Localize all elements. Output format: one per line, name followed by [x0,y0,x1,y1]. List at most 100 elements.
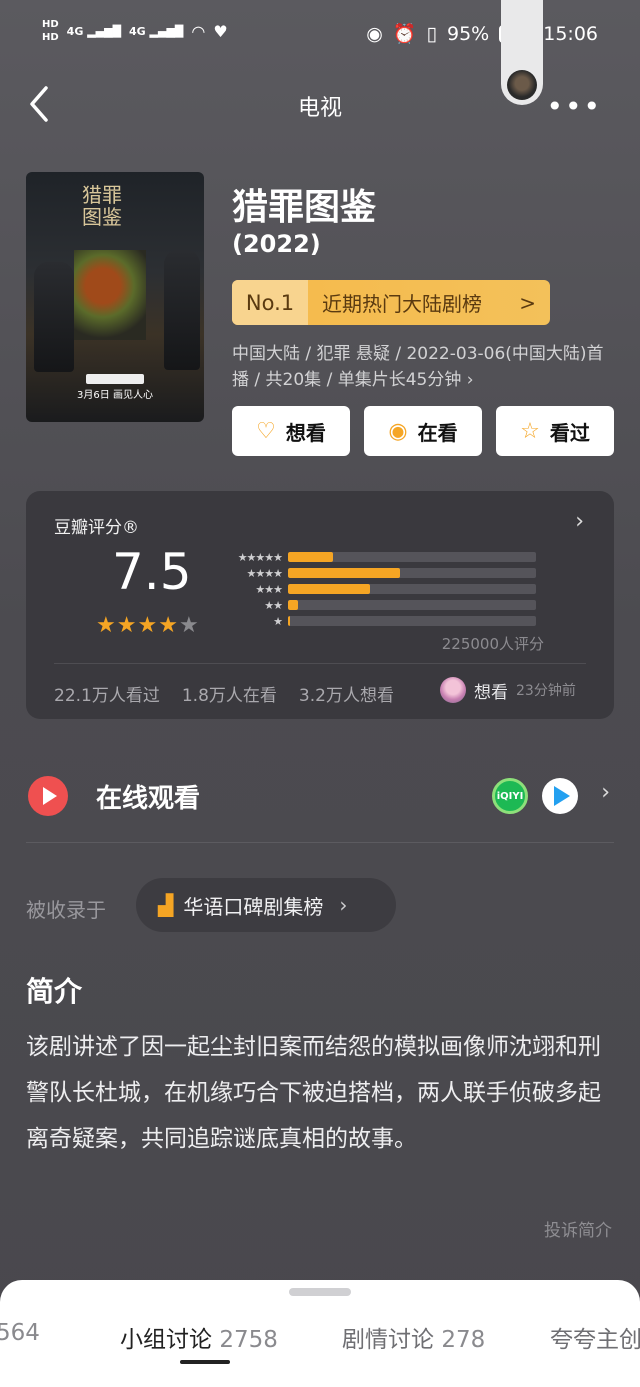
vibrate-icon: ▯ [426,22,437,45]
target-icon: ◉ [388,418,408,444]
dist-stars: ★★★★ [246,566,283,580]
divider [26,842,614,843]
dist-stars: ★★ [264,598,283,612]
tab-label: 小组讨论 [120,1327,212,1353]
recent-activity[interactable]: 想看 23分钟前 [440,677,576,703]
status-bar: HD HD 4G ▂▄▆█ 4G ▂▄▆█ ◠ ♥ ◉ ⏰ ▯ 95% 15:0… [0,0,640,72]
dist-stars: ★ [273,614,283,628]
rank-number: No.1 [232,280,308,325]
poster-figure-right [164,250,200,370]
status-right: ◉ ⏰ ▯ 95% 15:06 [366,22,598,46]
dist-fill [288,552,333,562]
tab-count: 278 [441,1327,486,1353]
hd-label-1: HD [42,19,59,30]
chevron-right-icon[interactable]: › [575,509,584,534]
divider [54,663,586,664]
dist-row: ★★★ [222,581,536,597]
iqiyi-icon[interactable]: iQIYI [492,778,528,814]
watching-label: 在看 [417,420,458,445]
rating-count: 225000人评分 [441,635,544,653]
signal-1: 4G ▂▄▆█ [66,24,122,38]
recent-time: 23分钟前 [516,683,576,699]
intro-text: 该剧讲述了因一起尘封旧案而结怨的模拟画像师沈翊和刑警队长杜城，在机缘巧合下被迫搭… [26,1034,601,1152]
star-icon: ★ [158,613,179,638]
rank-label: 近期热门大陆剧榜 [322,292,482,316]
rating-stats: 22.1万人看过 1.8万人在看 3.2万人想看 [54,681,394,706]
tab-count: 564 [0,1320,40,1346]
tab-group-discussion[interactable]: 小组讨论 2758 [120,1320,278,1354]
tab-plot-discussion[interactable]: 剧情讨论 278 [342,1320,485,1354]
rating-card[interactable]: 豆瓣评分® › 7.5 ★★★★★ ★★★★★ ★★★★ ★★★ ★★ ★ 22… [26,491,614,719]
star-icon: ★ [137,613,159,638]
status-left: HD HD 4G ▂▄▆█ 4G ▂▄▆█ ◠ ♥ [42,18,228,44]
eye-icon: ◉ [366,22,383,45]
bottom-sheet[interactable]: 564 小组讨论 2758 剧情讨论 278 夸夸主创 [0,1280,640,1387]
want-button[interactable]: ♡ 想看 [232,406,350,456]
tencent-video-icon[interactable] [542,778,578,814]
tab-praise-creators[interactable]: 夸夸主创 [550,1320,640,1354]
ranking-icon: ▟ [158,893,174,917]
dist-row: ★ [222,613,536,629]
chevron-right-icon: › [339,893,348,917]
hd-indicator: HD HD [42,18,59,44]
watching-button[interactable]: ◉ 在看 [364,406,482,456]
dist-fill [288,600,298,610]
poster-badge [86,374,144,384]
stat-watched[interactable]: 22.1万人看过 [54,681,160,706]
rank-banner[interactable]: No.1 近期热门大陆剧榜 > [232,280,550,325]
want-label: 想看 [285,420,326,445]
dist-fill [288,616,291,626]
report-intro-link[interactable]: 投诉简介 [544,1216,612,1241]
tab-partial[interactable]: 564 [0,1320,40,1346]
online-watch-label: 在线观看 [96,784,201,814]
watched-label: 看过 [549,420,590,445]
page-title: 电视 [297,96,342,121]
included-list-name: 华语口碑剧集榜 [183,894,324,919]
dist-stars: ★★★ [255,582,283,596]
chevron-right-icon[interactable]: › [601,780,610,805]
hd-label-2: HD [42,32,59,43]
more-dots-icon[interactable]: ••• [546,90,602,123]
poster-painting [74,250,146,340]
star-icon: ★ [96,613,117,638]
poster-date-text: 3月6日 画见人心 [77,390,153,401]
star-outline-icon: ☆ [520,418,540,444]
active-tab-indicator [180,1360,230,1364]
tab-count: 2758 [219,1327,278,1353]
alarm-icon: ⏰ [392,23,417,45]
rating-stars: ★★★★★ [96,613,200,638]
dist-bar [288,584,536,594]
rating-label: 豆瓣评分® [54,518,139,538]
stat-want[interactable]: 3.2万人想看 [299,681,394,706]
poster-figure-left [34,262,74,372]
dist-bar [288,552,536,562]
discussion-tabs: 564 小组讨论 2758 剧情讨论 278 夸夸主创 [0,1320,640,1356]
tab-label: 夸夸主创 [550,1327,640,1353]
online-watch-row[interactable]: 在线观看 iQIYI › [26,770,614,822]
dist-bar [288,616,536,626]
heart-plus-icon: ♡ [256,418,276,444]
recent-action: 想看 [474,682,508,703]
included-list-chip[interactable]: ▟ 华语口碑剧集榜 › [136,878,396,932]
dist-row: ★★★★★ [222,549,536,565]
poster-image[interactable]: 猎罪 图鉴 3月6日 画见人心 [26,172,204,422]
dist-fill [288,568,400,578]
sheet-handle[interactable] [289,1288,351,1296]
dist-fill [288,584,370,594]
intro-heading: 简介 [26,975,83,1008]
watched-button[interactable]: ☆ 看过 [496,406,614,456]
show-year: (2022) [232,230,321,258]
star-icon: ★ [178,613,200,638]
tab-label: 剧情讨论 [342,1327,434,1353]
health-icon: ♥ [213,21,228,41]
stat-watching[interactable]: 1.8万人在看 [182,681,277,706]
rating-score: 7.5 [112,543,192,601]
battery-percent: 95% [447,22,490,45]
dist-bar [288,600,536,610]
show-meta[interactable]: 中国大陆 / 犯罪 悬疑 / 2022-03-06(中国大陆)首播 / 共20集… [232,341,612,393]
dist-row: ★★ [222,597,536,613]
dist-stars: ★★★★★ [237,550,283,564]
signal-2: 4G ▂▄▆█ [129,24,184,38]
dist-bar [288,568,536,578]
rating-distribution: ★★★★★ ★★★★ ★★★ ★★ ★ [222,549,536,629]
